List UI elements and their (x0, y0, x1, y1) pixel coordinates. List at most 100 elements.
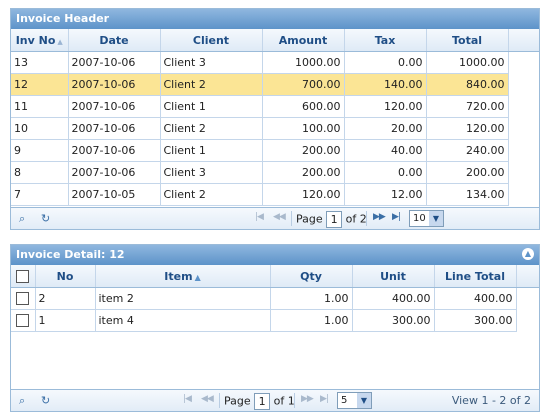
page-indicator: Page 1 of 2 (296, 211, 367, 228)
scrollbar-header-spacer (516, 265, 539, 288)
table-cell: 7 (11, 183, 69, 206)
refresh-icon[interactable]: ↻ (41, 394, 50, 407)
prev-page-icon[interactable]: ◀◀ (201, 394, 214, 404)
grid-caption: Invoice Detail: 12 ▲ (11, 245, 539, 265)
rows-per-page-select[interactable]: 10 ▼ (409, 210, 444, 227)
detail-column-headers: No Item ▲ Qty Unit Line Total (11, 265, 539, 288)
table-cell: 2007-10-05 (68, 183, 161, 206)
next-page-icon[interactable]: ▶▶ (301, 394, 314, 404)
table-cell: 2007-10-06 (68, 73, 161, 96)
collapse-icon[interactable]: ▲ (522, 248, 534, 260)
table-row[interactable]: 1 item 4 1.00 300.00 300.00 (11, 309, 517, 332)
chevron-down-icon: ▼ (429, 211, 443, 226)
prev-page-icon[interactable]: ◀◀ (273, 212, 286, 222)
chevron-down-icon: ▼ (357, 393, 371, 408)
first-page-icon[interactable]: |◀ (183, 394, 192, 404)
table-cell: 2007-10-06 (68, 139, 161, 162)
column-header-qty[interactable]: Qty (270, 265, 353, 288)
column-header-no[interactable]: No (35, 265, 96, 288)
column-header-inv-no[interactable]: Inv No ▲ (11, 29, 69, 52)
row-checkbox[interactable] (11, 309, 36, 332)
column-header-item[interactable]: Item ▲ (95, 265, 271, 288)
table-row[interactable]: 12 2007-10-06 Client 2 700.00 140.00 840.00 (11, 73, 509, 96)
search-icon[interactable]: ⌕ (19, 394, 25, 408)
table-cell: 2007-10-06 (68, 95, 161, 118)
next-page-icon[interactable]: ▶▶ (373, 212, 386, 222)
table-cell: 120.00 (262, 183, 345, 206)
table-cell: 8 (11, 161, 69, 184)
grid-caption: Invoice Header (11, 9, 539, 29)
table-cell: 1000.00 (262, 52, 345, 74)
search-icon[interactable]: ⌕ (19, 212, 25, 226)
table-cell: 11 (11, 95, 69, 118)
column-header-total[interactable]: Total (426, 29, 509, 52)
table-cell: item 4 (95, 309, 271, 332)
table-cell: 140.00 (344, 73, 427, 96)
table-cell: 2 (35, 288, 96, 310)
select-all-checkbox[interactable] (11, 265, 36, 288)
page-indicator: Page 1 of 1 (224, 393, 295, 410)
table-cell: Client 1 (160, 139, 263, 162)
column-header-tax[interactable]: Tax (344, 29, 427, 52)
refresh-icon[interactable]: ↻ (41, 212, 50, 225)
table-cell: 300.00 (434, 309, 517, 332)
table-cell: 10 (11, 117, 69, 140)
detail-grid-body[interactable]: 2 item 2 1.00 400.00 400.00 1 item 4 1.00 300.00… (11, 288, 539, 390)
page-input[interactable]: 1 (326, 211, 343, 228)
table-cell: 0.00 (344, 161, 427, 184)
table-row[interactable]: 2 item 2 1.00 400.00 400.00 (11, 288, 517, 310)
sort-icon: ▲ (57, 37, 63, 46)
table-cell: Client 3 (160, 52, 263, 74)
scrollbar-header-spacer (508, 29, 539, 52)
table-cell: 720.00 (426, 95, 509, 118)
column-header-unit[interactable]: Unit (352, 265, 435, 288)
table-row[interactable]: 10 2007-10-06 Client 2 100.00 20.00 120.00 (11, 117, 509, 140)
table-cell: 2007-10-06 (68, 161, 161, 184)
table-row[interactable]: 9 2007-10-06 Client 1 200.00 40.00 240.00 (11, 139, 509, 162)
column-header-amount[interactable]: Amount (262, 29, 345, 52)
table-cell: 700.00 (262, 73, 345, 96)
first-page-icon[interactable]: |◀ (255, 212, 264, 222)
column-header-date[interactable]: Date (68, 29, 161, 52)
table-cell: Client 2 (160, 117, 263, 140)
table-cell: 12.00 (344, 183, 427, 206)
table-cell: 840.00 (426, 73, 509, 96)
table-cell: 0.00 (344, 52, 427, 74)
table-cell: 2007-10-06 (68, 117, 161, 140)
header-rows-table: 13 2007-10-06 Client 3 1000.00 0.00 1000.00 12… (11, 52, 509, 206)
table-cell: 300.00 (352, 309, 435, 332)
grid-title: Invoice Detail: 12 (16, 248, 125, 261)
table-row[interactable]: 8 2007-10-06 Client 3 200.00 0.00 200.00 (11, 161, 509, 184)
table-row[interactable]: 11 2007-10-06 Client 1 600.00 120.00 720.00 (11, 95, 509, 118)
invoice-header-grid: Invoice Header Inv No ▲ Date Client Amoun… (10, 8, 540, 230)
table-cell: 1.00 (270, 309, 353, 332)
table-cell: 134.00 (426, 183, 509, 206)
table-cell: 12 (11, 73, 69, 96)
detail-rows-table: 2 item 2 1.00 400.00 400.00 1 item 4 1.00 300.00… (11, 288, 517, 332)
table-cell: 240.00 (426, 139, 509, 162)
view-records-text: View 1 - 2 of 2 (451, 394, 531, 407)
table-cell: 600.00 (262, 95, 345, 118)
table-cell: 1000.00 (426, 52, 509, 74)
last-page-icon[interactable]: ▶| (320, 394, 329, 404)
grid-title: Invoice Header (16, 12, 110, 25)
table-cell: Client 2 (160, 73, 263, 96)
detail-pager: ⌕ ↻ |◀ ◀◀ Page 1 of 1 ▶▶ ▶| 5 ▼ View 1 -… (11, 389, 539, 411)
row-checkbox[interactable] (11, 288, 36, 310)
column-header-client[interactable]: Client (160, 29, 263, 52)
table-cell: 2007-10-06 (68, 52, 161, 74)
table-cell: 20.00 (344, 117, 427, 140)
header-grid-body[interactable]: 13 2007-10-06 Client 3 1000.00 0.00 1000.00 12… (11, 52, 539, 209)
table-cell: 400.00 (434, 288, 517, 310)
last-page-icon[interactable]: ▶| (392, 212, 401, 222)
page-input[interactable]: 1 (254, 393, 271, 410)
table-cell: 40.00 (344, 139, 427, 162)
table-cell: 120.00 (344, 95, 427, 118)
table-cell: 1.00 (270, 288, 353, 310)
table-row[interactable]: 13 2007-10-06 Client 3 1000.00 0.00 1000.00 (11, 52, 509, 74)
sort-asc-icon: ▲ (194, 272, 201, 282)
column-header-line-total[interactable]: Line Total (434, 265, 517, 288)
table-row[interactable]: 7 2007-10-05 Client 2 120.00 12.00 134.00 (11, 183, 509, 206)
header-pager: ⌕ ↻ |◀ ◀◀ Page 1 of 2 ▶▶ ▶| 10 ▼ (11, 207, 539, 229)
rows-per-page-select[interactable]: 5 ▼ (337, 392, 372, 409)
